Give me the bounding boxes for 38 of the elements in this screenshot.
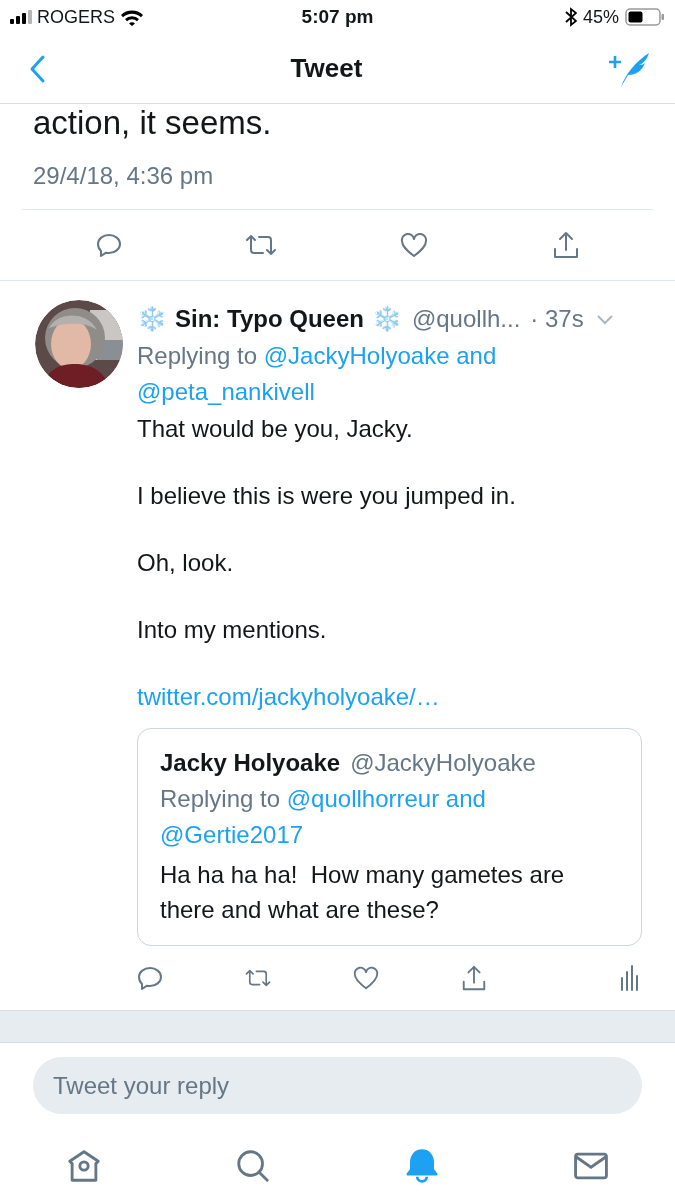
mention-link[interactable]: @JackyHolyoake and — [263, 342, 497, 369]
signal-icon — [10, 10, 32, 24]
replying-to-text: Replying to @JackyHolyoake and @peta_nankivell — [137, 341, 498, 407]
tweet-paragraph: I believe this is were you jumped in. — [137, 481, 517, 511]
quoted-tweet-card[interactable]: Jacky Holyoake @JackyHolyoake Replying to @quollhorreur and @Gertie2017 Ha ha ha ha! How many gametes are there and what are these? — [137, 728, 642, 946]
user-handle[interactable]: @quollh... — [411, 305, 521, 333]
replying-to-text: Replying to @quollhorreur and @Gertie2017 — [160, 784, 487, 850]
clock-time: 5:07 pm — [301, 6, 374, 28]
reply-field[interactable]: Tweet your reply — [33, 1057, 642, 1114]
quoted-tweet-text: Ha ha ha ha! How many gametes are there and what are these? — [160, 860, 566, 925]
tweet-paragraph: Into my mentions. — [137, 615, 328, 645]
battery-percent: 45% — [582, 6, 619, 28]
mention-link[interactable]: @Gertie2017 — [160, 821, 304, 848]
wifi-icon — [120, 8, 144, 26]
user-handle: @JackyHolyoake — [350, 749, 536, 777]
share-icon[interactable] — [460, 963, 488, 993]
tweet-text: action, it seems. — [33, 104, 273, 142]
tweet-link[interactable]: twitter.com/jackyholyoake/… — [137, 680, 440, 714]
mention-link[interactable]: @peta_nankivell — [137, 378, 315, 405]
snowflake-emoji: ❄ — [137, 305, 167, 333]
bluetooth-icon — [564, 7, 577, 27]
display-name: Jacky Holyoake — [160, 749, 341, 777]
tweet-timestamp: 29/4/18, 4:36 pm — [33, 161, 214, 190]
tweet-paragraph: Oh, look. — [137, 548, 235, 578]
display-name[interactable]: Sin: Typo Queen — [175, 305, 364, 333]
carrier-name: ROGERS — [37, 6, 115, 28]
tweet-paragraph: That would be you, Jacky. — [137, 414, 414, 444]
reply-icon[interactable] — [95, 231, 124, 259]
heart-icon[interactable] — [398, 231, 429, 259]
tweet-age: · 37s — [530, 305, 584, 333]
screen-title: Tweet — [290, 53, 363, 84]
heart-icon[interactable] — [352, 964, 380, 992]
analytics-icon[interactable] — [620, 964, 638, 992]
snowflake-emoji: ❄ — [371, 305, 402, 333]
back-icon[interactable] — [28, 53, 46, 84]
mention-link[interactable]: @quollhorreur and — [286, 785, 486, 812]
reply-icon[interactable] — [136, 964, 164, 992]
battery-icon — [625, 8, 665, 26]
